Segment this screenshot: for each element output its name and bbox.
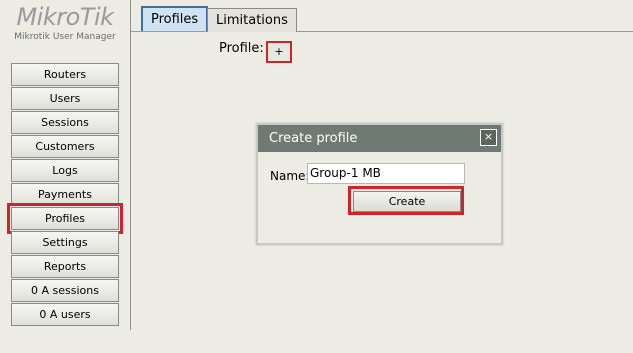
create-button[interactable]: Create [353,191,461,212]
tab-profiles[interactable]: Profiles [141,6,209,31]
sidebar-item-routers[interactable]: Routers [11,63,119,86]
add-profile-button[interactable]: + [266,41,292,63]
sidebar-item-reports[interactable]: Reports [11,255,119,278]
sidebar-item-users[interactable]: Users [11,87,119,110]
sidebar-item-logs[interactable]: Logs [11,159,119,182]
create-profile-dialog: Create profile × Name: Create [256,123,503,245]
profile-label: Profile: [219,41,264,56]
close-icon[interactable]: × [480,129,497,146]
logo-subtitle: Mikrotik User Manager [14,32,116,42]
sidebar: MikroTik Mikrotik User Manager Routers U… [0,0,131,330]
name-field[interactable] [307,163,465,184]
sidebar-item-profiles[interactable]: Profiles [7,203,123,234]
dialog-title: Create profile [269,131,358,146]
sidebar-item-active-sessions[interactable]: 0 A sessions [11,279,119,302]
logo-text: MikroTik [16,3,114,31]
sidebar-item-settings[interactable]: Settings [11,231,119,254]
sidebar-item-sessions[interactable]: Sessions [11,111,119,134]
name-label: Name: [270,169,310,183]
sidebar-item-customers[interactable]: Customers [11,135,119,158]
tab-limitations[interactable]: Limitations [207,8,297,32]
mikrotik-logo: MikroTik Mikrotik User Manager [0,2,130,46]
sidebar-item-payments[interactable]: Payments [11,183,119,206]
dialog-header: Create profile × [258,125,501,152]
sidebar-item-active-users[interactable]: 0 A users [11,303,119,326]
